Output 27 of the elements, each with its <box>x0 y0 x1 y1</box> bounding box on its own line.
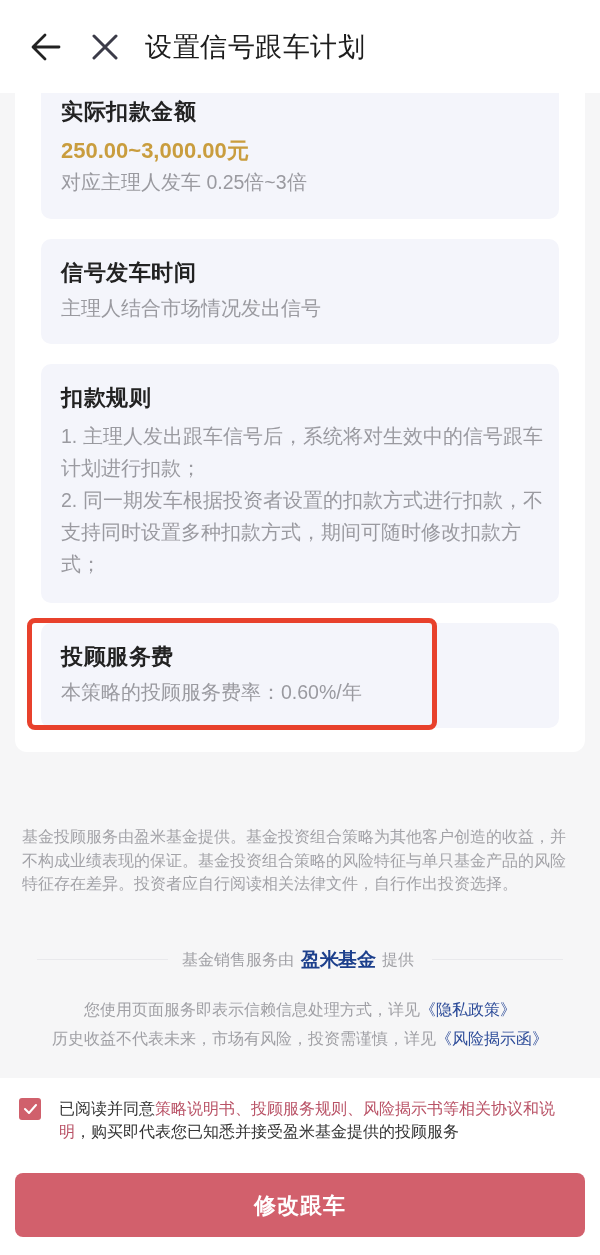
checkmark-icon <box>23 1104 37 1114</box>
section-title: 投顾服务费 <box>61 643 175 671</box>
agreement-link[interactable]: 明 <box>59 1123 75 1140</box>
provider-text: 提供 <box>382 949 414 970</box>
agreement-text: 已阅读并同意策略说明书、投顾服务规则、风险揭示书等相关协议和说 明，购买即代表您已知悉并接受盈米基金提供的投顾服务 <box>59 1099 556 1142</box>
section-description: 2. 同一期发车根据投资者设置的扣款方式进行扣款，不支持同时设置多种扣款方式，期间可随时修改扣款方式； <box>61 488 544 577</box>
section-description: 主理人结合市场情况发出信号 <box>61 296 322 321</box>
amount-range: 250.00~3,000.00元 <box>61 137 250 165</box>
close-icon <box>92 33 118 60</box>
agreement-link[interactable]: 策略说明书、投顾服务规则、风险揭示书等相关协议和说 <box>155 1100 555 1117</box>
page-title: 设置信号跟车计划 <box>145 30 365 64</box>
disclaimer-text: 基金投顾服务由盈米基金提供。基金投资组合策略为其他客户创造的收益，并不构成业绩表现的保证。基金投资组合策略的风险特征与单只基金产品的风险特征存在差异。投资者应自行阅读相关法律文件，自行作出投资选择。 <box>21 827 567 894</box>
modify-button[interactable]: 修改跟车 <box>15 1173 585 1237</box>
section-description: 1. 主理人发出跟车信号后，系统将对生效中的信号跟车计划进行扣款； <box>61 424 544 481</box>
section-description: 本策略的投顾服务费率：0.60%/年 <box>61 680 363 705</box>
section-description: 对应主理人发车 0.25倍~3倍 <box>61 170 308 195</box>
provider-text: 基金销售服务由 <box>182 949 294 970</box>
section-title: 扣款规则 <box>61 384 152 412</box>
section-title: 实际扣款金额 <box>61 98 197 126</box>
notice-text: 您使用页面服务即表示信赖信息处理方式，详见《隐私政策》 <box>84 999 516 1020</box>
document-link[interactable]: 《风险揭示函》 <box>436 1029 548 1047</box>
document-link[interactable]: 《隐私政策》 <box>420 1000 516 1018</box>
section-title: 信号发车时间 <box>61 259 197 287</box>
agreement-checkbox[interactable] <box>19 1098 41 1120</box>
back-arrow-icon <box>31 32 61 61</box>
notice-text: 历史收益不代表未来，市场有风险，投资需谨慎，详见《风险揭示函》 <box>52 1028 548 1049</box>
brand-logo: 盈米基金 <box>301 949 375 970</box>
